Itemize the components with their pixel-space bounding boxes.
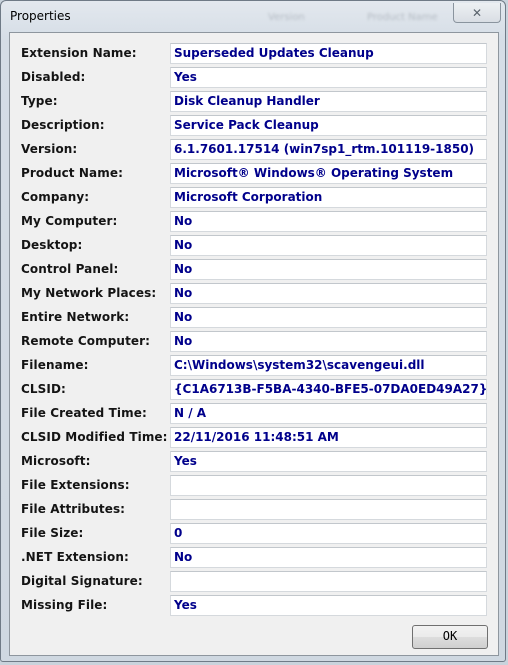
property-row: My Network Places: No	[10, 283, 498, 305]
property-value-field[interactable]: C:\Windows\system32\scavengeui.dll	[170, 355, 487, 376]
property-label: Remote Computer:	[21, 334, 151, 348]
property-value-field[interactable]: No	[170, 211, 487, 232]
properties-dialog: Properties Version Product Name ✕ OK Ext…	[0, 0, 506, 662]
property-label: Desktop:	[21, 238, 83, 252]
background-column-header: Product Name	[367, 12, 438, 23]
properties-panel: OK Extension Name: Superseded Updates Cle…	[9, 32, 499, 656]
close-button[interactable]: ✕	[453, 3, 501, 23]
property-value-field[interactable]	[170, 499, 487, 520]
property-value-field[interactable]: Disk Cleanup Handler	[170, 91, 487, 112]
property-label: CLSID Modified Time:	[21, 430, 168, 444]
property-value-field[interactable]: No	[170, 307, 487, 328]
property-value-field[interactable]: Yes	[170, 67, 487, 88]
property-label: Filename:	[21, 358, 89, 372]
property-row: .NET Extension: No	[10, 547, 498, 569]
property-row: File Attributes:	[10, 499, 498, 521]
property-label: File Size:	[21, 526, 84, 540]
property-value-field[interactable]: Yes	[170, 595, 487, 616]
property-label: Missing File:	[21, 598, 108, 612]
property-label: Digital Signature:	[21, 574, 143, 588]
property-value-field[interactable]: Superseded Updates Cleanup	[170, 43, 487, 64]
property-label: Disabled:	[21, 70, 86, 84]
property-row: Remote Computer: No	[10, 331, 498, 353]
property-label: My Computer:	[21, 214, 118, 228]
property-label: Company:	[21, 190, 90, 204]
close-x-icon: ✕	[471, 5, 483, 20]
property-label: File Extensions:	[21, 478, 130, 492]
property-label: Control Panel:	[21, 262, 119, 276]
property-value-field[interactable]: N / A	[170, 403, 487, 424]
property-row: File Size: 0	[10, 523, 498, 545]
property-row: CLSID: {C1A6713B-F5BA-4340-BFE5-07DA0ED49…	[10, 379, 498, 401]
property-label: Type:	[21, 94, 58, 108]
property-row: Description: Service Pack Cleanup	[10, 115, 498, 137]
property-label: My Network Places:	[21, 286, 157, 300]
property-row: Type: Disk Cleanup Handler	[10, 91, 498, 113]
property-row: Desktop: No	[10, 235, 498, 257]
property-row: Company: Microsoft Corporation	[10, 187, 498, 209]
property-row: Extension Name: Superseded Updates Cleanu…	[10, 43, 498, 65]
property-label: File Attributes:	[21, 502, 126, 516]
property-label: Version:	[21, 142, 78, 156]
property-label: Microsoft:	[21, 454, 91, 468]
property-value-field[interactable]: 6.1.7601.17514 (win7sp1_rtm.101119-1850)	[170, 139, 487, 160]
property-value-field[interactable]: 0	[170, 523, 487, 544]
property-row: Entire Network: No	[10, 307, 498, 329]
property-label: Entire Network:	[21, 310, 130, 324]
property-value-field[interactable]: No	[170, 259, 487, 280]
property-row: Filename: C:\Windows\system32\scavengeui.…	[10, 355, 498, 377]
property-value-field[interactable]: Service Pack Cleanup	[170, 115, 487, 136]
property-value-field[interactable]: Microsoft® Windows® Operating System	[170, 163, 487, 184]
property-label: CLSID:	[21, 382, 66, 396]
property-row: Control Panel: No	[10, 259, 498, 281]
property-label: File Created Time:	[21, 406, 147, 420]
property-row: Disabled: Yes	[10, 67, 498, 89]
dialog-title: Properties	[10, 9, 71, 23]
ok-button[interactable]: OK	[412, 625, 488, 649]
property-value-field[interactable]: Microsoft Corporation	[170, 187, 487, 208]
property-row: Version: 6.1.7601.17514 (win7sp1_rtm.1011…	[10, 139, 498, 161]
property-label: Extension Name:	[21, 46, 137, 60]
property-label: .NET Extension:	[21, 550, 129, 564]
property-label: Description:	[21, 118, 105, 132]
property-row: My Computer: No	[10, 211, 498, 233]
property-row: Digital Signature:	[10, 571, 498, 593]
property-row: CLSID Modified Time: 22/11/2016 11:48:51 …	[10, 427, 498, 449]
property-value-field[interactable]: 22/11/2016 11:48:51 AM	[170, 427, 487, 448]
property-value-field[interactable]	[170, 571, 487, 592]
property-value-field[interactable]: Yes	[170, 451, 487, 472]
property-value-field[interactable]: No	[170, 283, 487, 304]
property-value-field[interactable]	[170, 475, 487, 496]
property-value-field[interactable]: No	[170, 331, 487, 352]
property-row: File Created Time: N / A	[10, 403, 498, 425]
property-value-field[interactable]: {C1A6713B-F5BA-4340-BFE5-07DA0ED49A27}	[170, 379, 487, 400]
property-value-field[interactable]: No	[170, 235, 487, 256]
property-label: Product Name:	[21, 166, 123, 180]
property-row: File Extensions:	[10, 475, 498, 497]
property-value-field[interactable]: No	[170, 547, 487, 568]
property-row: Product Name: Microsoft® Windows® Operati…	[10, 163, 498, 185]
property-row: Missing File: Yes	[10, 595, 498, 617]
property-row: Microsoft: Yes	[10, 451, 498, 473]
background-column-header: Version	[268, 12, 305, 23]
